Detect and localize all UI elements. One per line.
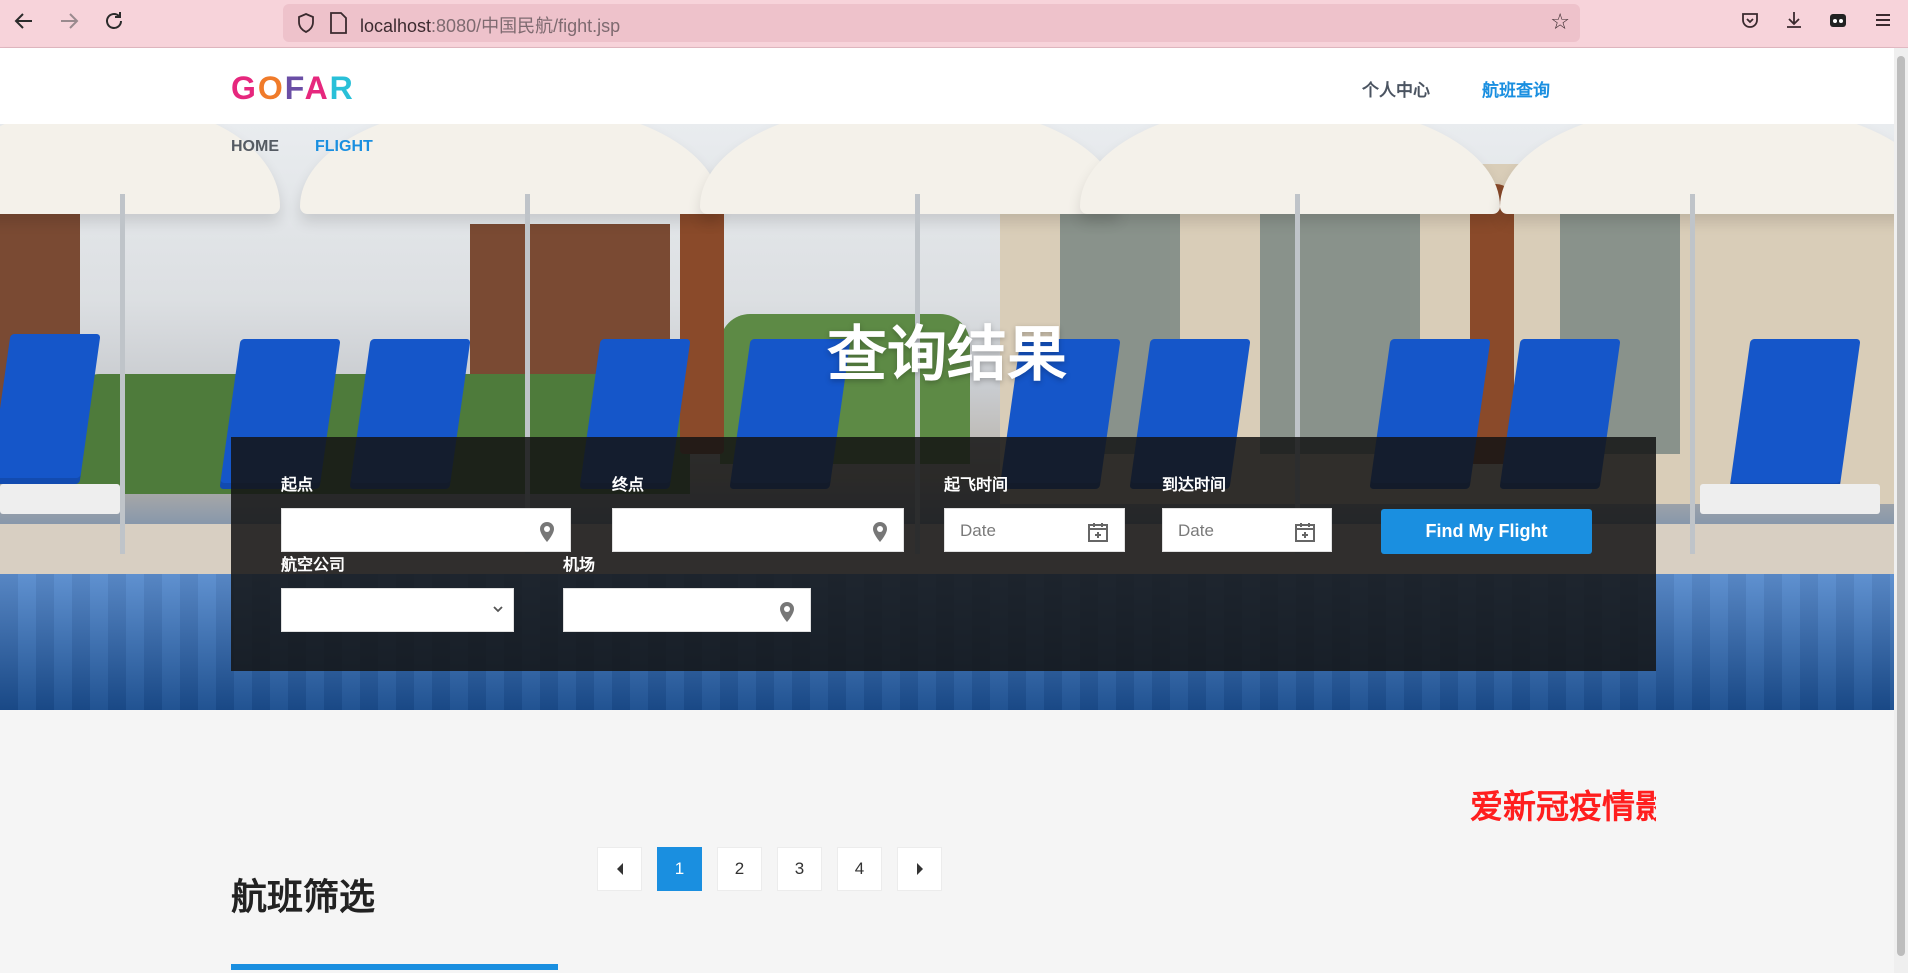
- pagination-page[interactable]: 2: [717, 847, 762, 891]
- page-icon: [330, 12, 347, 34]
- pagination-prev[interactable]: [597, 847, 642, 891]
- origin-input[interactable]: [281, 508, 571, 552]
- depart-date-input[interactable]: Date: [944, 508, 1125, 552]
- umbrella: [1080, 124, 1500, 214]
- menu-icon[interactable]: [1870, 10, 1896, 36]
- airline-label: 航空公司: [281, 555, 346, 574]
- notice-text: 爱新冠疫情影: [1470, 787, 1656, 822]
- airline-select[interactable]: [281, 588, 514, 632]
- umbrella: [700, 124, 1120, 214]
- logo-letter: A: [304, 70, 330, 106]
- pagination-page[interactable]: 3: [777, 847, 822, 891]
- calendar-icon[interactable]: [1294, 521, 1316, 543]
- destination-input[interactable]: [612, 508, 904, 552]
- forward-arrow-icon[interactable]: [55, 10, 83, 38]
- location-pin-icon: [540, 522, 554, 542]
- reload-icon[interactable]: [100, 10, 128, 38]
- logo[interactable]: GOFAR: [231, 70, 355, 107]
- filter-heading-underline: [231, 964, 558, 970]
- chair-base: [1700, 484, 1880, 514]
- caret-left-icon: [616, 863, 623, 875]
- arrive-date-input[interactable]: Date: [1162, 508, 1332, 552]
- location-pin-icon: [873, 522, 887, 542]
- logo-letter: F: [284, 70, 305, 106]
- site-header: GOFAR 个人中心 航班查询: [0, 48, 1894, 124]
- address-bar[interactable]: localhost:8080/中国民航/fight.jsp ☆: [283, 4, 1580, 42]
- pocket-icon[interactable]: [1737, 10, 1763, 36]
- pagination-next[interactable]: [897, 847, 942, 891]
- airport-label: 机场: [563, 555, 596, 574]
- date-placeholder: Date: [960, 521, 996, 540]
- depart-time-label: 起飞时间: [944, 475, 1009, 494]
- scrollbar-thumb[interactable]: [1897, 56, 1905, 956]
- airport-input[interactable]: [563, 588, 811, 632]
- arrive-time-label: 到达时间: [1162, 475, 1227, 494]
- date-placeholder: Date: [1178, 521, 1214, 540]
- browser-toolbar: localhost:8080/中国民航/fight.jsp ☆: [0, 0, 1908, 48]
- url-path: :8080/中国民航/fight.jsp: [431, 16, 621, 36]
- nav-flight-query[interactable]: 航班查询: [1482, 76, 1550, 101]
- umbrella: [1500, 124, 1894, 214]
- nav-personal-center[interactable]: 个人中心: [1362, 76, 1430, 101]
- destination-label: 终点: [612, 475, 645, 494]
- bookmark-star-icon[interactable]: ☆: [1550, 10, 1570, 35]
- calendar-icon[interactable]: [1087, 521, 1109, 543]
- logo-letter: O: [257, 70, 285, 106]
- hero-banner: HOME FLIGHT 查询结果 起点 终点 起飞时间 Date 到达时间 Dat…: [0, 124, 1894, 710]
- breadcrumb-home[interactable]: HOME: [231, 138, 279, 155]
- covid-notice-marquee: 爱新冠疫情影: [1470, 780, 1656, 822]
- chair-base: [0, 484, 120, 514]
- extension-icon[interactable]: [1825, 10, 1851, 36]
- shield-icon[interactable]: [295, 12, 317, 34]
- filter-heading: 航班筛选: [231, 877, 376, 918]
- location-pin-icon: [780, 602, 794, 622]
- caret-right-icon: [916, 863, 923, 875]
- url-text[interactable]: localhost:8080/中国民航/fight.jsp: [360, 12, 620, 38]
- find-flight-button[interactable]: Find My Flight: [1381, 509, 1592, 554]
- pagination-page[interactable]: 4: [837, 847, 882, 891]
- logo-letter: G: [231, 70, 258, 106]
- back-arrow-icon[interactable]: [10, 10, 38, 38]
- page-title: 查询结果: [827, 320, 1067, 390]
- download-icon[interactable]: [1781, 10, 1807, 36]
- page-scrollbar[interactable]: [1894, 48, 1908, 973]
- flight-search-panel: 起点 终点 起飞时间 Date 到达时间 Date Find My Flight…: [231, 437, 1656, 671]
- breadcrumb-flight[interactable]: FLIGHT: [315, 138, 373, 155]
- pagination-page[interactable]: 1: [657, 847, 702, 891]
- breadcrumb: HOME FLIGHT: [231, 138, 373, 156]
- logo-letter: R: [329, 70, 355, 106]
- url-host: localhost: [360, 16, 432, 36]
- origin-label: 起点: [281, 475, 314, 494]
- chevron-down-icon: [493, 606, 503, 613]
